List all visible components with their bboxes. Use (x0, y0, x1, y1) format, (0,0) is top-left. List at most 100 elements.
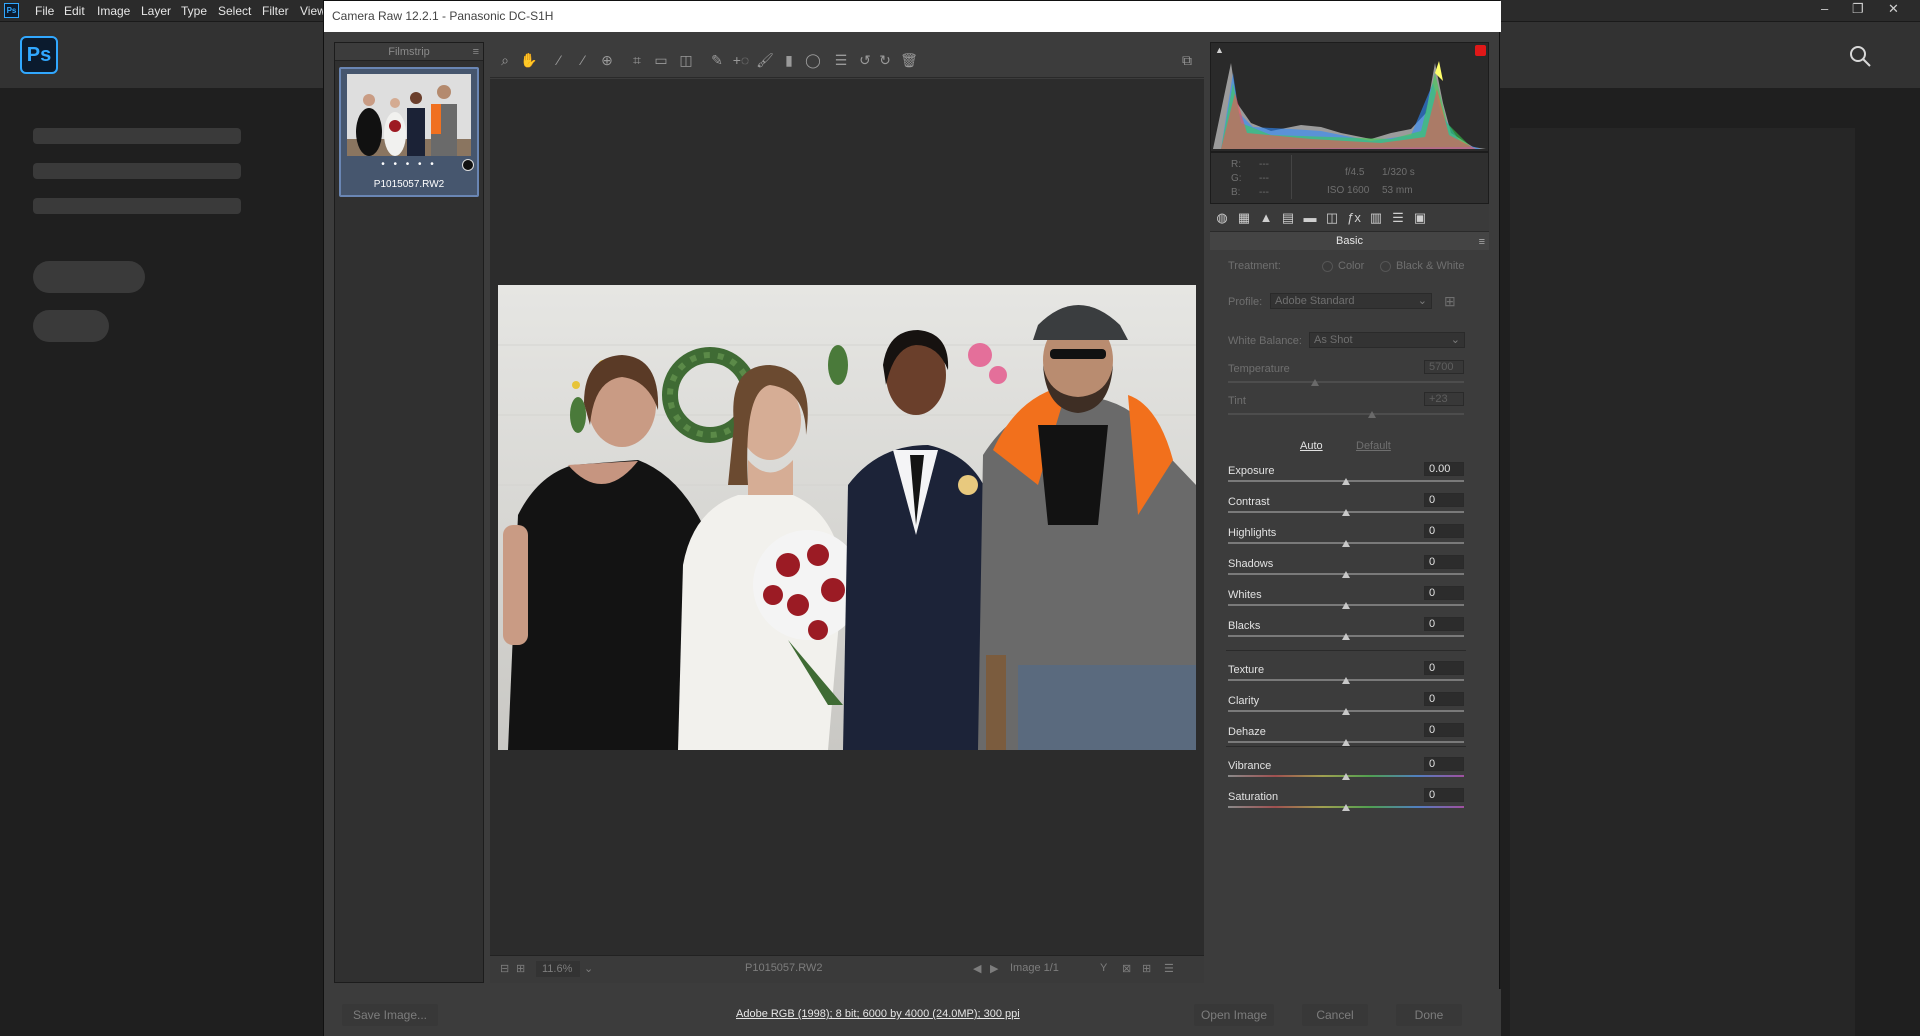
done-button[interactable]: Done (1396, 1004, 1462, 1026)
search-icon[interactable] (1848, 44, 1872, 68)
photo-preview[interactable] (498, 285, 1196, 750)
split-toning-tab-icon[interactable]: ▬ (1302, 210, 1318, 226)
temperature-slider-handle[interactable] (1311, 379, 1320, 386)
default-link[interactable]: Default (1356, 440, 1391, 452)
tone-curve-tab-icon[interactable]: ▦ (1236, 210, 1252, 226)
slider-value-texture[interactable]: 0 (1424, 661, 1464, 675)
panel-menu-icon[interactable]: ≡ (1479, 233, 1485, 251)
treatment-bw-radio[interactable] (1380, 261, 1391, 272)
prev-image-icon[interactable]: ◀ (973, 962, 981, 975)
zoom-out-icon[interactable]: ⊟ (500, 962, 509, 975)
calibration-tab-icon[interactable]: ▥ (1368, 210, 1384, 226)
slider-handle-blacks[interactable] (1342, 633, 1350, 640)
detail-tab-icon[interactable]: ▲ (1258, 210, 1274, 226)
slider-value-saturation[interactable]: 0 (1424, 788, 1464, 802)
slider-handle-saturation[interactable] (1342, 804, 1350, 811)
slider-value-dehaze[interactable]: 0 (1424, 723, 1464, 737)
menu-layer[interactable]: Layer (141, 4, 171, 18)
shadow-clipping-icon[interactable]: ▲ (1215, 45, 1224, 55)
crop-tool-icon[interactable]: ⌗ (628, 51, 646, 69)
preferences-icon[interactable]: ☰ (832, 51, 850, 69)
slider-handle-shadows[interactable] (1342, 571, 1350, 578)
slider-handle-dehaze[interactable] (1342, 739, 1350, 746)
presets-tab-icon[interactable]: ☰ (1390, 210, 1406, 226)
treatment-color-radio[interactable] (1322, 261, 1333, 272)
restore-icon[interactable]: ❐ (1852, 1, 1864, 17)
menu-image[interactable]: Image (97, 4, 130, 18)
effects-tab-icon[interactable]: ƒx (1346, 210, 1362, 226)
slider-value-vibrance[interactable]: 0 (1424, 757, 1464, 771)
spot-removal-tool-icon[interactable]: ✎ (708, 51, 726, 69)
slider-handle-highlights[interactable] (1342, 540, 1350, 547)
highlight-clipping-icon[interactable] (1475, 45, 1486, 56)
slider-value-clarity[interactable]: 0 (1424, 692, 1464, 706)
slider-handle-texture[interactable] (1342, 677, 1350, 684)
slider-handle-vibrance[interactable] (1342, 773, 1350, 780)
zoom-tool-icon[interactable]: ⌕ (496, 51, 514, 69)
slider-value-blacks[interactable]: 0 (1424, 617, 1464, 631)
auto-link[interactable]: Auto (1300, 440, 1323, 452)
menu-edit[interactable]: Edit (64, 4, 85, 18)
adjustment-brush-icon[interactable]: 🖌 (756, 51, 774, 69)
save-image-button[interactable]: Save Image... (342, 1004, 438, 1026)
swap-icon[interactable]: ⊞ (1142, 962, 1151, 975)
temperature-slider[interactable] (1228, 381, 1464, 383)
slider-value-shadows[interactable]: 0 (1424, 555, 1464, 569)
compare-icon[interactable]: ⊠ (1122, 962, 1131, 975)
snapshots-tab-icon[interactable]: ▣ (1412, 210, 1428, 226)
menu-view[interactable]: View (300, 4, 326, 18)
slider-handle-contrast[interactable] (1342, 509, 1350, 516)
profile-browser-icon[interactable]: ⊞ (1444, 293, 1456, 310)
targeted-adjustment-tool-icon[interactable]: ⊕ (598, 51, 616, 69)
color-sampler-tool-icon[interactable]: ⁄ (574, 51, 592, 69)
menu-file[interactable]: File (35, 4, 54, 18)
rotate-left-icon[interactable]: ↺ (856, 51, 874, 69)
profile-dropdown[interactable]: Adobe Standard ⌄ (1270, 293, 1432, 309)
tint-slider-handle[interactable] (1367, 411, 1376, 418)
tint-slider[interactable] (1228, 413, 1464, 415)
image-preview-area[interactable] (490, 79, 1204, 955)
basic-tab-icon[interactable]: ◍ (1214, 210, 1230, 226)
radial-filter-icon[interactable]: ◯ (804, 51, 822, 69)
open-image-button[interactable]: Open Image (1194, 1004, 1274, 1026)
menu-icon[interactable]: ≡ (473, 43, 479, 61)
menu-select[interactable]: Select (218, 4, 251, 18)
red-eye-tool-icon[interactable]: +◌ (732, 51, 750, 69)
view-toggle-icon[interactable]: Y (1100, 962, 1107, 974)
close-icon[interactable]: ✕ (1888, 1, 1899, 17)
rating-stars[interactable]: • • • • • (341, 159, 477, 170)
slider-handle-exposure[interactable] (1342, 478, 1350, 485)
minimize-icon[interactable]: – (1821, 1, 1828, 16)
zoom-in-icon[interactable]: ⊞ (516, 962, 525, 975)
preview-settings-icon[interactable]: ☰ (1164, 962, 1174, 975)
trash-icon[interactable]: 🗑 (900, 51, 918, 69)
slider-value-contrast[interactable]: 0 (1424, 493, 1464, 507)
white-balance-dropdown[interactable]: As Shot ⌄ (1309, 332, 1465, 348)
hsl-tab-icon[interactable]: ▤ (1280, 210, 1296, 226)
slider-handle-whites[interactable] (1342, 602, 1350, 609)
filmstrip-thumbnail[interactable]: • • • • • P1015057.RW2 (339, 67, 479, 197)
chevron-down-icon[interactable]: ⌄ (584, 962, 593, 975)
cancel-button[interactable]: Cancel (1302, 1004, 1368, 1026)
photoshop-logo[interactable]: Ps (20, 36, 58, 74)
fullscreen-icon[interactable]: ⧉ (1178, 51, 1196, 69)
workflow-options-link[interactable]: Adobe RGB (1998); 8 bit; 6000 by 4000 (2… (736, 1008, 1020, 1020)
zoom-level[interactable]: 11.6% (536, 961, 580, 977)
white-balance-tool-icon[interactable]: ⁄ (550, 51, 568, 69)
next-image-icon[interactable]: ▶ (990, 962, 998, 975)
slider-handle-clarity[interactable] (1342, 708, 1350, 715)
slider-value-exposure[interactable]: 0.00 (1424, 462, 1464, 476)
menu-type[interactable]: Type (181, 4, 207, 18)
image-counter: Image 1/1 (1010, 962, 1059, 974)
graduated-filter-icon[interactable]: ▮ (780, 51, 798, 69)
rotate-right-icon[interactable]: ↻ (876, 51, 894, 69)
slider-value-whites[interactable]: 0 (1424, 586, 1464, 600)
menu-filter[interactable]: Filter (262, 4, 289, 18)
temperature-value[interactable]: 5700 (1424, 360, 1464, 374)
transform-tool-icon[interactable]: ◫ (677, 51, 695, 69)
hand-tool-icon[interactable]: ✋ (520, 51, 538, 69)
tint-value[interactable]: +23 (1424, 392, 1464, 406)
lens-tab-icon[interactable]: ◫ (1324, 210, 1340, 226)
straighten-tool-icon[interactable]: ▭ (652, 51, 670, 69)
slider-value-highlights[interactable]: 0 (1424, 524, 1464, 538)
